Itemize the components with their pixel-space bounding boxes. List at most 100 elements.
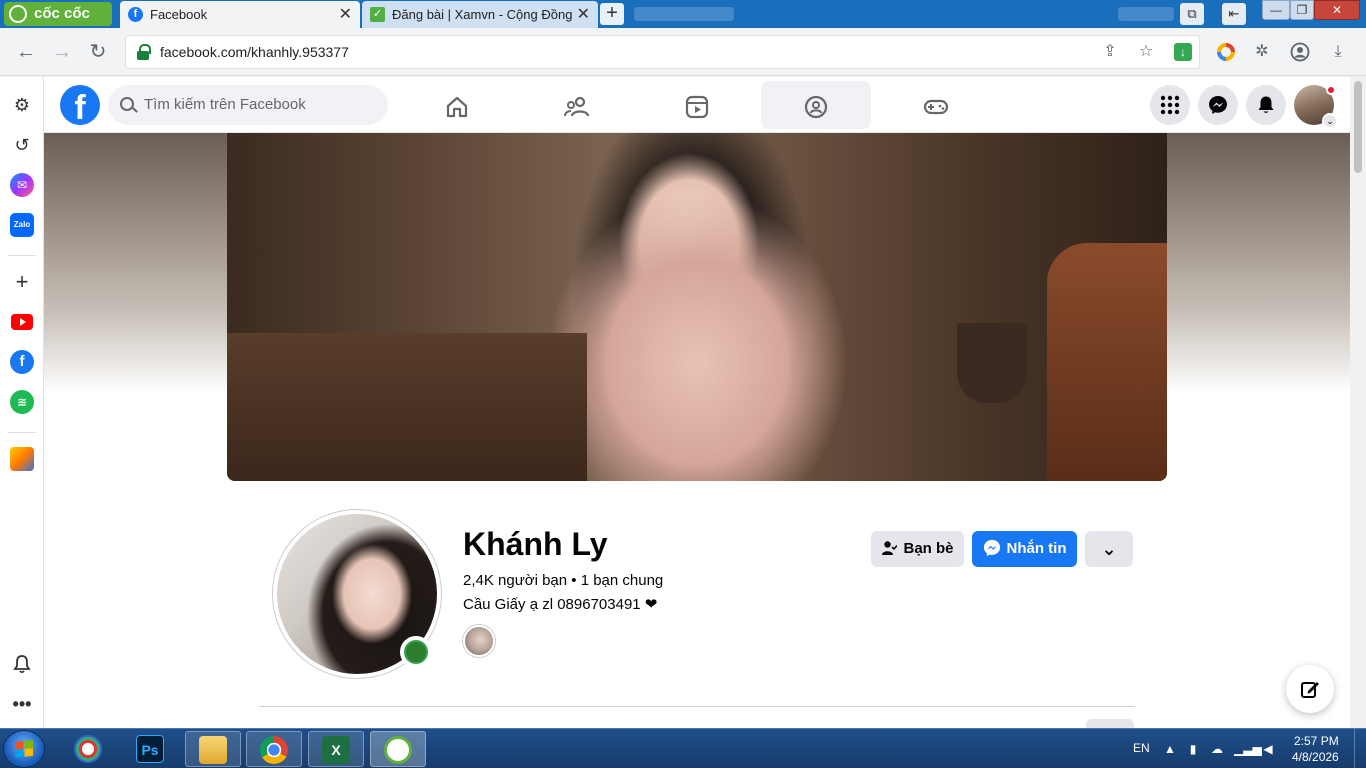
menu-button[interactable] [1150, 85, 1190, 125]
tab-xamvn[interactable]: ✓ Đăng bài | Xamvn - Cộng Đồng ✕ [362, 1, 598, 28]
nav-watch[interactable] [642, 81, 752, 129]
message-button-label: Nhắn tin [1006, 540, 1067, 557]
history-icon[interactable]: ↺ [10, 133, 34, 157]
language-indicator[interactable]: EN [1133, 741, 1150, 755]
nav-groups[interactable] [761, 81, 871, 129]
show-desktop-button[interactable] [1354, 729, 1366, 768]
chevron-down-icon: ⌄ [1101, 539, 1117, 559]
profile-bio: Cầu Giấy ạ zl 0896703491 ❤ [463, 596, 658, 613]
account-avatar[interactable]: ⌄ [1294, 85, 1338, 129]
search-placeholder: Tìm kiếm trên Facebook [144, 96, 306, 113]
photoshop-icon: Ps [136, 735, 164, 763]
profile-tab-more[interactable] [1086, 719, 1134, 728]
profile-divider [259, 706, 1135, 707]
blurred-tab-area [634, 7, 734, 21]
friends-icon [564, 96, 590, 117]
tab-facebook[interactable]: f Facebook ✕ [120, 1, 360, 28]
more-dots-icon[interactable]: ••• [10, 692, 34, 716]
taskbar-app-paint[interactable] [60, 731, 116, 767]
close-tab-icon[interactable]: ✕ [339, 1, 352, 28]
taskbar-app-coccoc[interactable] [370, 731, 426, 767]
zalo-icon[interactable]: Zalo [10, 213, 34, 237]
share-icon[interactable]: ⇪ [1098, 40, 1122, 64]
coccoc-icon [384, 736, 412, 764]
signal-strength-icon[interactable]: ▁▃▅ [1234, 742, 1262, 756]
nav-home[interactable] [402, 81, 512, 129]
spotify-icon[interactable]: ≋ [10, 390, 34, 414]
checkmark-favicon-icon: ✓ [370, 7, 385, 22]
nav-friends[interactable] [522, 81, 632, 129]
taskbar-app-excel[interactable]: X [308, 731, 364, 767]
mutual-friend-avatar[interactable] [463, 625, 495, 657]
page-scrollbar[interactable] [1350, 77, 1366, 728]
taskbar-app-explorer[interactable] [185, 731, 241, 767]
clock-date[interactable]: 4/8/2026 [1292, 750, 1339, 764]
maximize-window-button[interactable]: ❐ [1290, 0, 1314, 20]
notification-bell-icon[interactable] [10, 652, 34, 676]
friends-button[interactable]: Bạn bè [871, 531, 964, 567]
color-wheel-extension-icon[interactable] [1214, 40, 1238, 64]
game-icon[interactable] [10, 447, 34, 471]
device-icon[interactable]: ▮ [1186, 742, 1200, 756]
back-to-tab-icon[interactable]: ⇤ [1222, 3, 1246, 25]
nav-gaming[interactable] [881, 81, 991, 129]
browser-sidebar: ⚙ ↺ ✉ Zalo + f ≋ ••• [0, 77, 44, 728]
search-icon [120, 97, 134, 111]
forward-arrow-icon[interactable]: → [48, 38, 76, 66]
network-cloud-icon[interactable]: ☁ [1210, 742, 1224, 756]
screenshot-icon[interactable]: ⧉ [1180, 3, 1204, 25]
settings-gear-icon[interactable]: ⚙ [10, 93, 34, 117]
bell-icon [1258, 96, 1274, 113]
minimize-window-button[interactable]: — [1262, 0, 1290, 20]
windows-start-button[interactable] [4, 731, 44, 767]
bookmark-star-icon[interactable]: ☆ [1134, 40, 1158, 64]
messenger-icon[interactable]: ✉ [10, 173, 34, 197]
clock-time[interactable]: 2:57 PM [1294, 734, 1339, 748]
online-status-indicator [400, 636, 432, 668]
facebook-logo[interactable]: f [60, 85, 100, 125]
messenger-button[interactable] [1198, 85, 1238, 125]
friends-button-label: Bạn bè [903, 540, 954, 557]
message-button[interactable]: Nhắn tin [972, 531, 1077, 567]
chrome-icon [260, 736, 288, 764]
back-arrow-icon[interactable]: ← [12, 38, 40, 66]
volume-icon[interactable]: ◀ [1261, 742, 1275, 756]
cover-photo[interactable] [227, 133, 1167, 481]
show-hidden-icons[interactable]: ▲ [1163, 742, 1177, 756]
tab-title: Đăng bài | Xamvn - Cộng Đồng [392, 7, 573, 22]
sidebar-divider [8, 255, 36, 256]
windows-taskbar: Ps X EN ▲ ▮ ☁ ▁▃▅ ◀ 2:57 PM 4/8/2026 [0, 728, 1366, 768]
taskbar-app-chrome[interactable] [246, 731, 302, 767]
friends-count[interactable]: 2,4K người bạn • 1 bạn chung [463, 572, 663, 589]
facebook-icon[interactable]: f [10, 350, 34, 374]
close-tab-icon[interactable]: ✕ [572, 1, 590, 28]
coccoc-menu-button[interactable]: cốc cốc [4, 2, 112, 26]
more-options-button[interactable]: ⌄ [1085, 531, 1133, 567]
profile-name: Khánh Ly [463, 526, 608, 562]
blurred-tab-area [1118, 7, 1174, 21]
new-tab-button[interactable]: + [600, 3, 624, 25]
sidebar-divider [8, 432, 36, 433]
notification-dot [1326, 85, 1336, 95]
scrollbar-thumb[interactable] [1354, 81, 1362, 173]
close-window-button[interactable]: ✕ [1314, 0, 1360, 20]
profile-icon[interactable] [1288, 40, 1312, 64]
browser-tab-bar: cốc cốc f Facebook ✕ ✓ Đăng bài | Xamvn … [0, 0, 1366, 28]
url-text: facebook.com/khanhly.953377 [160, 44, 349, 60]
search-input[interactable]: Tìm kiếm trên Facebook [108, 85, 388, 125]
downloads-icon[interactable]: ⤓ [1326, 40, 1350, 64]
download-arrow-icon[interactable]: ↓ [1174, 43, 1192, 61]
brand-label: cốc cốc [34, 5, 90, 22]
tab-title: Facebook [150, 7, 208, 22]
new-message-button[interactable] [1286, 665, 1334, 713]
reload-icon[interactable]: ↻ [84, 38, 112, 66]
taskbar-app-photoshop[interactable]: Ps [122, 731, 178, 767]
add-plus-icon[interactable]: + [10, 270, 34, 294]
lock-icon [136, 44, 151, 60]
extensions-puzzle-icon[interactable]: ✲ [1250, 40, 1274, 64]
youtube-icon[interactable] [10, 310, 34, 334]
notifications-button[interactable] [1246, 85, 1286, 125]
address-bar: ← → ↻ facebook.com/khanhly.953377 ⇪ ☆ ↓ … [0, 28, 1366, 76]
url-field[interactable]: facebook.com/khanhly.953377 ⇪ ☆ ↓ [125, 35, 1200, 69]
cover-furniture [1047, 243, 1167, 481]
